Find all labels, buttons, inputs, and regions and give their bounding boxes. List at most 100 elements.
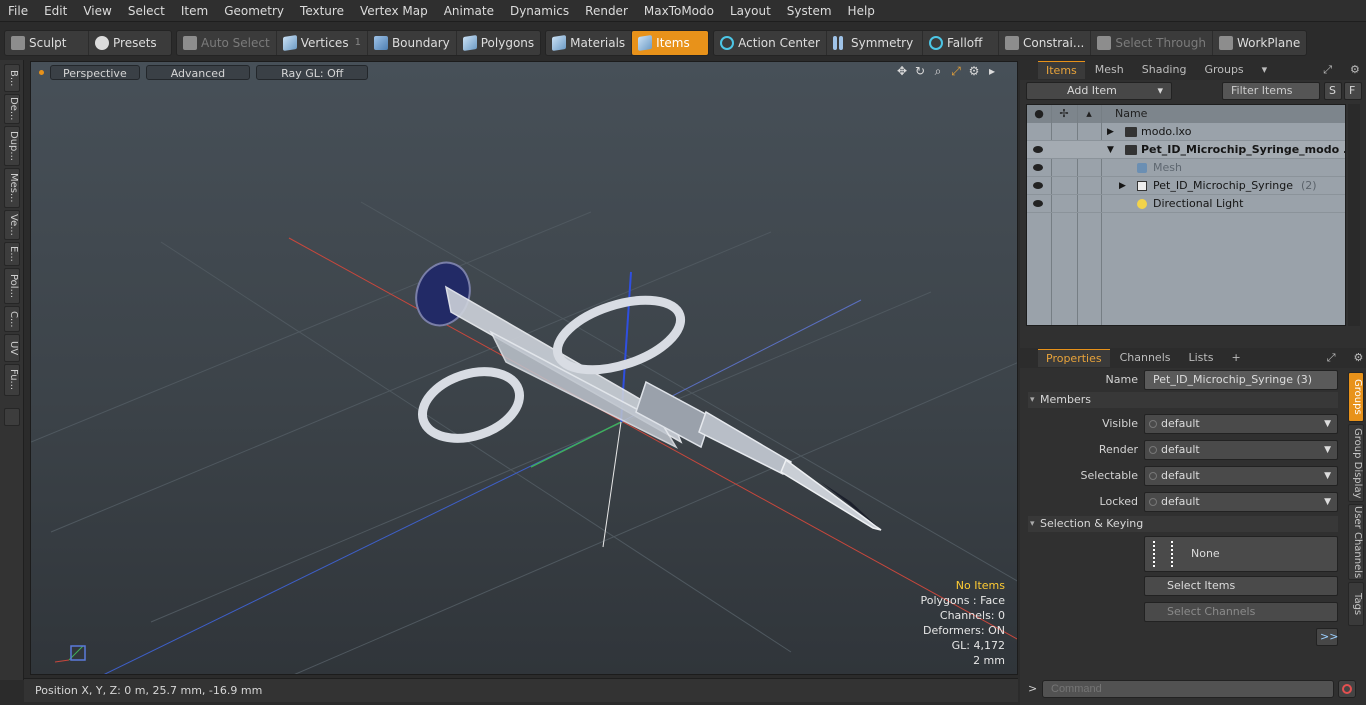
left-tab-curve[interactable]: C... <box>4 306 20 332</box>
sculpt-button[interactable]: Sculpt <box>5 30 89 55</box>
render-dropdown[interactable]: default ▼ <box>1144 440 1338 460</box>
view-type-dropdown[interactable]: Perspective <box>50 64 140 80</box>
tab-channels[interactable]: Channels <box>1112 349 1179 367</box>
name-column-header[interactable]: Name <box>1101 105 1147 123</box>
menu-geometry[interactable]: Geometry <box>216 0 292 22</box>
shading-dropdown[interactable]: Advanced <box>145 64 251 80</box>
viewport-scene[interactable] <box>31 62 1018 675</box>
maximize-icon[interactable]: ⤢ <box>947 64 965 79</box>
members-section[interactable]: Members <box>1028 392 1338 408</box>
list-item[interactable]: ▼ Pet_ID_Microchip_Syringe_modo ... <box>1027 141 1345 159</box>
add-tab-button[interactable]: + <box>1223 349 1248 367</box>
left-tab-mesh[interactable]: Mes... <box>4 168 20 208</box>
left-tab-basic[interactable]: B... <box>4 64 20 92</box>
keying-none-button[interactable]: None <box>1144 536 1338 572</box>
filter-items-input[interactable]: Filter Items <box>1222 82 1320 100</box>
left-tab-fusion[interactable]: Fu... <box>4 364 20 396</box>
materials-button[interactable]: Materials <box>546 30 633 55</box>
menu-view[interactable]: View <box>75 0 119 22</box>
list-item[interactable]: ▶ modo.lxo <box>1027 123 1345 141</box>
tabs-dropdown-icon[interactable]: ▾ <box>1254 61 1276 79</box>
list-item[interactable]: Directional Light <box>1027 195 1345 213</box>
zoom-view-icon[interactable]: ⌕ <box>929 64 947 79</box>
item-list-scrollbar[interactable] <box>1348 104 1360 326</box>
eye-icon[interactable] <box>1033 200 1043 207</box>
props-maximize-icon[interactable]: ⤢ <box>1319 349 1344 367</box>
rotate-view-icon[interactable]: ↻ <box>911 64 929 79</box>
select-channels-button[interactable]: Select Channels <box>1144 602 1338 622</box>
side-tab-group-display[interactable]: Group Display <box>1348 424 1364 502</box>
menu-system[interactable]: System <box>779 0 840 22</box>
more-icon[interactable]: ▸ <box>983 64 1001 79</box>
selectable-dropdown[interactable]: default ▼ <box>1144 466 1338 486</box>
vertices-button[interactable]: Vertices 1 <box>277 30 368 55</box>
add-item-button[interactable]: Add Item ▾ <box>1026 82 1172 100</box>
panel-maximize-icon[interactable]: ⤢ <box>1315 61 1340 79</box>
filter-s-button[interactable]: S <box>1324 82 1342 100</box>
workplane-button[interactable]: WorkPlane <box>1213 31 1306 55</box>
collapse-arrow-icon[interactable]: ▼ <box>1107 141 1114 159</box>
menu-item[interactable]: Item <box>173 0 216 22</box>
select-through-button[interactable]: Select Through <box>1091 30 1213 55</box>
left-tab-deform[interactable]: De... <box>4 94 20 124</box>
menu-maxtomodo[interactable]: MaxToModo <box>636 0 722 22</box>
gear-icon[interactable]: ⚙ <box>965 64 983 79</box>
presets-button[interactable]: Presets <box>89 31 171 55</box>
visible-dropdown[interactable]: default ▼ <box>1144 414 1338 434</box>
falloff-button[interactable]: Falloff <box>923 30 999 55</box>
menu-layout[interactable]: Layout <box>722 0 779 22</box>
side-tab-groups[interactable]: Groups <box>1348 372 1364 422</box>
syringe-model[interactable] <box>408 255 882 531</box>
tab-items[interactable]: Items <box>1038 61 1085 79</box>
command-input[interactable] <box>1042 680 1334 698</box>
side-tab-tags[interactable]: Tags <box>1348 582 1364 626</box>
props-gear-icon[interactable]: ⚙ <box>1346 349 1366 367</box>
left-tab-duplicate[interactable]: Dup... <box>4 126 20 166</box>
left-tab-polygon[interactable]: Pol... <box>4 268 20 304</box>
tab-shading[interactable]: Shading <box>1134 61 1195 79</box>
raygl-toggle[interactable]: Ray GL: Off <box>256 64 369 80</box>
panel-gear-icon[interactable]: ⚙ <box>1342 61 1366 79</box>
side-tab-user-channels[interactable]: User Channels <box>1348 504 1364 580</box>
expand-arrow-icon[interactable]: ▶ <box>1119 177 1126 195</box>
locked-dropdown[interactable]: default ▼ <box>1144 492 1338 512</box>
menu-select[interactable]: Select <box>120 0 173 22</box>
menu-file[interactable]: File <box>0 0 36 22</box>
more-options-button[interactable]: >> <box>1316 628 1338 646</box>
tab-lists[interactable]: Lists <box>1181 349 1222 367</box>
menu-texture[interactable]: Texture <box>292 0 352 22</box>
auto-select-button[interactable]: Auto Select <box>177 30 277 55</box>
select-items-button[interactable]: Select Items <box>1144 576 1338 596</box>
group-name-field[interactable]: Pet_ID_Microchip_Syringe (3) <box>1144 370 1338 390</box>
eye-icon[interactable] <box>1033 164 1043 171</box>
left-tab-vertex[interactable]: Ve... <box>4 210 20 240</box>
left-tab-uv[interactable]: UV <box>4 334 20 362</box>
eye-icon[interactable] <box>1033 146 1043 153</box>
items-button[interactable]: Items <box>632 30 709 55</box>
menu-vertex-map[interactable]: Vertex Map <box>352 0 436 22</box>
symmetry-button[interactable]: Symmetry <box>827 30 923 55</box>
eye-icon[interactable] <box>1033 182 1043 189</box>
tab-groups[interactable]: Groups <box>1196 61 1251 79</box>
polygons-button[interactable]: Polygons <box>457 31 540 55</box>
left-tab-extra[interactable] <box>4 408 20 426</box>
menu-edit[interactable]: Edit <box>36 0 75 22</box>
tab-mesh[interactable]: Mesh ... <box>1087 61 1132 94</box>
record-icon[interactable] <box>1338 680 1356 698</box>
item-list[interactable]: ● ✢ ▴ Name ▶ modo.lxo ▼ Pet_ID_Microchip… <box>1026 104 1346 326</box>
filter-f-button[interactable]: F <box>1344 82 1362 100</box>
list-item[interactable]: ▶ Pet_ID_Microchip_Syringe (2) <box>1027 177 1345 195</box>
expand-arrow-icon[interactable]: ▶ <box>1107 123 1114 141</box>
menu-render[interactable]: Render <box>577 0 636 22</box>
action-center-button[interactable]: Action Center <box>714 30 827 55</box>
left-tab-edge[interactable]: E... <box>4 242 20 266</box>
selection-keying-section[interactable]: Selection & Keying <box>1028 516 1338 532</box>
constraints-button[interactable]: Constrai... <box>999 30 1092 55</box>
tab-properties[interactable]: Properties <box>1038 349 1110 367</box>
boundary-button[interactable]: Boundary <box>368 30 457 55</box>
menu-animate[interactable]: Animate <box>436 0 502 22</box>
menu-dynamics[interactable]: Dynamics <box>502 0 577 22</box>
viewport-menu-dot-icon[interactable] <box>39 69 44 75</box>
list-item[interactable]: Mesh <box>1027 159 1345 177</box>
menu-help[interactable]: Help <box>840 0 883 22</box>
